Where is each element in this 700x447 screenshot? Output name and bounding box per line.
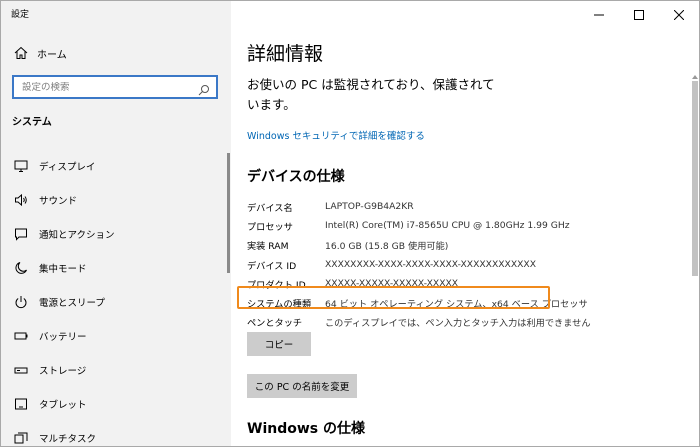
spec-value: 16.0 GB (15.8 GB 使用可能)	[325, 241, 449, 253]
sidebar-item-focus[interactable]: 集中モード	[1, 251, 231, 285]
spec-value: このディスプレイでは、ペン入力とタッチ入力は利用できません	[325, 318, 591, 330]
search-icon[interactable]	[198, 81, 210, 96]
monitor-icon	[13, 158, 29, 174]
spec-label: デバイス名	[247, 202, 293, 214]
sidebar-item-multitasking[interactable]: マルチタスク	[1, 421, 231, 446]
home-label: ホーム	[37, 49, 67, 61]
minimize-button[interactable]	[579, 1, 619, 27]
sidebar-item-label: タブレット	[39, 400, 87, 411]
close-button[interactable]	[659, 1, 699, 27]
spec-row-pen-touch: ペンとタッチ このディスプレイでは、ペン入力とタッチ入力は利用できません	[247, 313, 667, 332]
sidebar-item-label: マルチタスク	[39, 434, 97, 445]
sidebar-item-battery[interactable]: バッテリー	[1, 319, 231, 353]
sidebar-item-storage[interactable]: ストレージ	[1, 353, 231, 387]
battery-icon	[13, 328, 29, 344]
sidebar-section-heading: システム	[12, 117, 52, 128]
sidebar-item-notifications[interactable]: 通知とアクション	[1, 217, 231, 251]
tablet-icon	[13, 396, 29, 412]
spec-row-device-id: デバイス ID XXXXXXXX-XXXX-XXXX-XXXX-XXXXXXXX…	[247, 255, 667, 274]
maximize-button[interactable]	[619, 1, 659, 27]
protection-status: お使いの PC は監視されており、保護されています。	[247, 77, 495, 112]
sidebar-item-label: バッテリー	[39, 332, 87, 343]
moon-icon	[13, 260, 29, 276]
sidebar-nav: ディスプレイ サウンド 通知とアクション 集中モード 電源とスリープ バッテリー…	[1, 149, 231, 446]
minimize-icon	[594, 5, 604, 24]
maximize-icon	[634, 5, 644, 24]
sidebar-item-label: 通知とアクション	[39, 230, 115, 241]
close-icon	[673, 5, 685, 24]
settings-search[interactable]	[12, 75, 218, 99]
sidebar-item-label: ストレージ	[39, 366, 87, 377]
spec-label: ペンとタッチ	[247, 318, 303, 330]
window-controls	[579, 1, 699, 27]
scroll-thumb[interactable]	[692, 81, 698, 276]
security-details-link[interactable]: Windows セキュリティで詳細を確認する	[247, 128, 425, 142]
sidebar-item-power[interactable]: 電源とスリープ	[1, 285, 231, 319]
sidebar-item-label: 電源とスリープ	[39, 298, 105, 309]
spec-label: 実装 RAM	[247, 241, 289, 253]
sidebar-item-label: サウンド	[39, 196, 78, 207]
sidebar-item-sound[interactable]: サウンド	[1, 183, 231, 217]
copy-button[interactable]: コピー	[247, 332, 311, 356]
sidebar-item-display[interactable]: ディスプレイ	[1, 149, 231, 183]
spec-row-ram: 実装 RAM 16.0 GB (15.8 GB 使用可能)	[247, 236, 667, 255]
sidebar-item-tablet[interactable]: タブレット	[1, 387, 231, 421]
spec-row-device-name: デバイス名 LAPTOP-G9B4A2KR	[247, 197, 667, 216]
sidebar-item-label: ディスプレイ	[39, 162, 96, 173]
storage-icon	[13, 362, 29, 378]
notification-icon	[13, 226, 29, 242]
spec-row-processor: プロセッサ Intel(R) Core(TM) i7-8565U CPU @ 1…	[247, 216, 667, 235]
power-icon	[13, 294, 29, 310]
app-title: 設定	[11, 10, 30, 20]
spec-value: XXXXXXXX-XXXX-XXXX-XXXX-XXXXXXXXXXXX	[325, 259, 537, 271]
windows-specs-heading: Windows の仕様	[247, 421, 365, 437]
speaker-icon	[13, 192, 29, 208]
device-specs-heading: デバイスの仕様	[247, 169, 345, 185]
search-input[interactable]	[14, 81, 194, 93]
spec-value: Intel(R) Core(TM) i7-8565U CPU @ 1.80GHz…	[325, 220, 570, 232]
sidebar-item-label: 集中モード	[39, 264, 87, 275]
rename-pc-button[interactable]: この PC の名前を変更	[247, 374, 357, 398]
scroll-up-icon[interactable]	[692, 65, 698, 79]
page-title: 詳細情報	[247, 43, 324, 65]
home-nav-item[interactable]: ホーム	[13, 43, 67, 63]
device-specs-list: デバイス名 LAPTOP-G9B4A2KR プロセッサ Intel(R) Cor…	[247, 197, 667, 332]
main-content: 詳細情報 お使いの PC は監視されており、保護されています。 Windows …	[231, 1, 699, 446]
system-type-highlight	[237, 286, 550, 309]
spec-label: プロセッサ	[247, 221, 293, 233]
spec-value: LAPTOP-G9B4A2KR	[325, 201, 414, 213]
main-scrollbar[interactable]	[689, 61, 699, 446]
settings-window: 設定 ホーム システム ディスプレイ	[0, 0, 700, 447]
sidebar: 設定 ホーム システム ディスプレイ	[1, 1, 231, 446]
home-icon	[13, 45, 29, 61]
sidebar-scrollbar[interactable]	[227, 153, 230, 273]
multitask-icon	[13, 430, 29, 446]
spec-label: デバイス ID	[247, 260, 297, 272]
